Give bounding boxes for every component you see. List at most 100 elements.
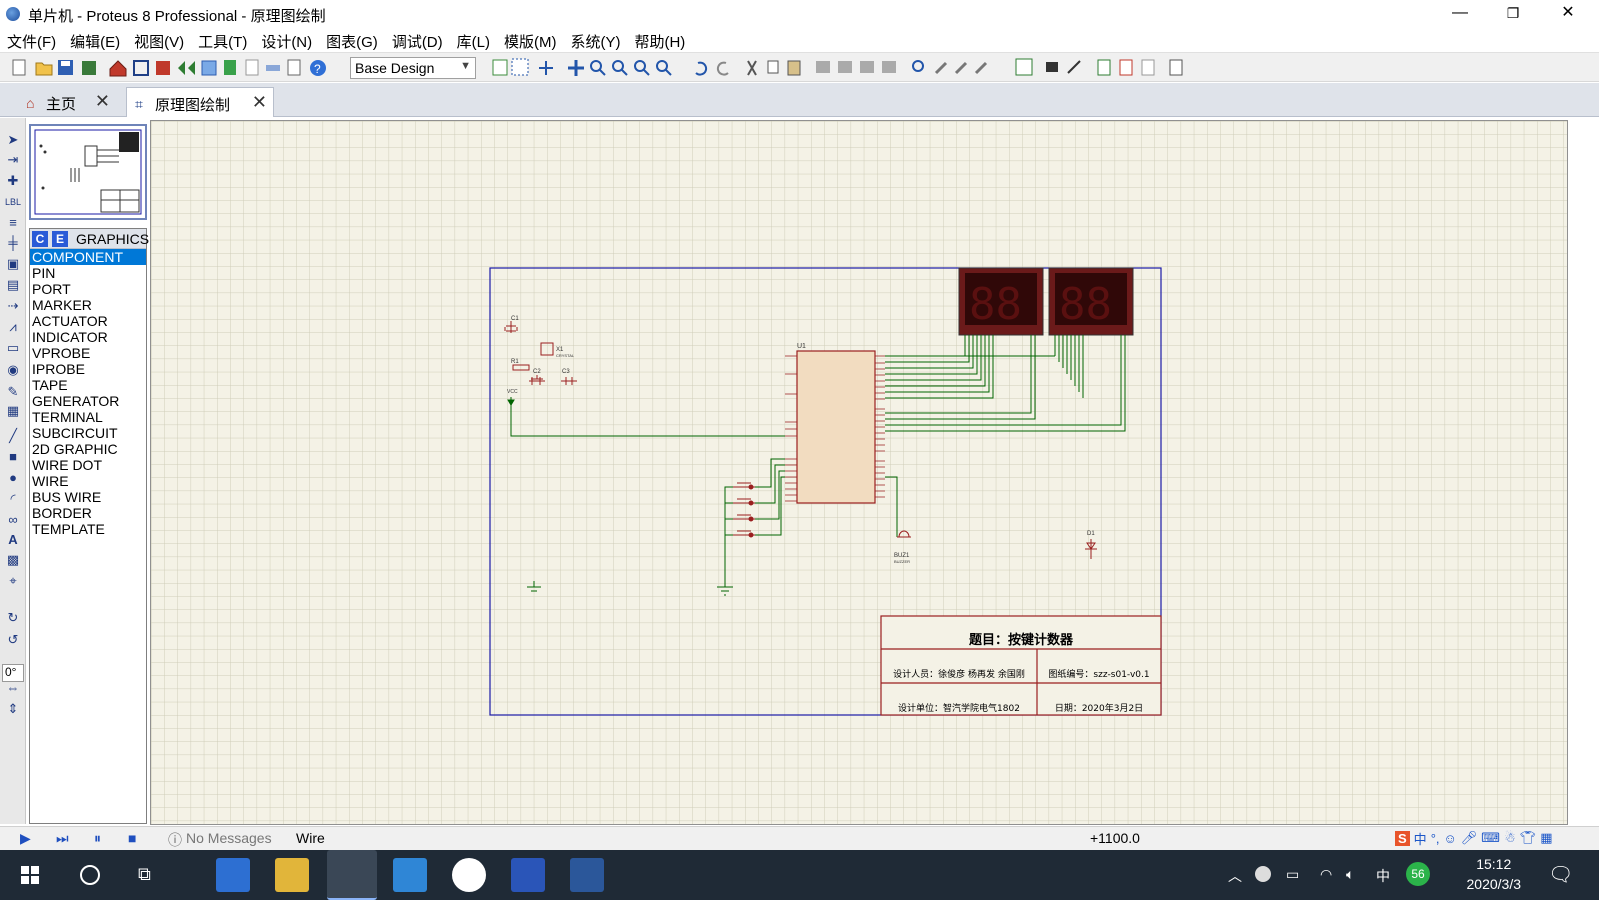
play-button[interactable]: ▶ [20, 830, 31, 847]
menu-edit[interactable]: 编辑(E) [63, 29, 127, 52]
menu-template[interactable]: 模版(M) [497, 29, 564, 52]
symbol-icon[interactable]: ▩ [5, 552, 21, 568]
word-icon[interactable] [570, 858, 604, 892]
schematic-canvas[interactable]: 88 88 U1 C1 X1 CRYSTAL R1 C2 C3 VCC BUZ1… [150, 120, 1568, 825]
voltage-probe-icon[interactable]: ✎ [5, 384, 21, 400]
list-item[interactable]: 2D GRAPHIC [30, 441, 146, 457]
wire-label-icon[interactable]: LBL [5, 194, 21, 210]
system-clock[interactable]: 15:12 2020/3/3 [1467, 854, 1522, 894]
graph-icon[interactable]: ⩘ [5, 319, 21, 335]
library-manager-button[interactable]: E [52, 231, 68, 247]
arc-icon[interactable]: ◜ [5, 491, 21, 507]
star-app-icon[interactable] [275, 858, 309, 892]
task-view-icon[interactable]: ⧉ [138, 864, 151, 885]
tape-recorder-icon[interactable]: ▭ [5, 340, 21, 356]
menu-graph[interactable]: 图表(G) [319, 29, 385, 52]
list-item[interactable]: PIN [30, 265, 146, 281]
selection-mode-icon[interactable]: ➤ [5, 132, 21, 148]
text-script-icon[interactable]: ≡ [5, 215, 21, 231]
wifi-icon[interactable]: ◠ [1320, 866, 1332, 883]
ime-toolbar[interactable]: S 中 °, ☺ 🎤︎ ⌨ ☃ 👕︎ ▦ [1395, 828, 1553, 848]
menu-help[interactable]: 帮助(H) [627, 29, 692, 52]
stop-button[interactable]: ■ [128, 830, 136, 846]
list-item[interactable]: VPROBE [30, 345, 146, 361]
battery-icon[interactable]: ▭ [1286, 866, 1299, 883]
list-item[interactable]: IPROBE [30, 361, 146, 377]
device-pin-icon[interactable]: ⇢ [5, 298, 21, 314]
list-item[interactable]: TERMINAL [30, 409, 146, 425]
list-item[interactable]: ACTUATOR [30, 313, 146, 329]
tablet-app-icon[interactable] [393, 858, 427, 892]
list-item[interactable]: TEMPLATE [30, 521, 146, 537]
overview-window[interactable] [29, 124, 147, 220]
tab-home[interactable]: ⌂ 主页 ✕ [18, 87, 116, 117]
notification-badge[interactable]: 56 [1406, 862, 1430, 886]
volume-icon[interactable]: 🔈︎ [1346, 866, 1354, 883]
design-variant-select[interactable]: Base Design ▼ [350, 57, 476, 79]
message-count[interactable]: No Messages [186, 830, 272, 846]
list-item[interactable]: WIRE DOT [30, 457, 146, 473]
gamepad-app-icon[interactable] [452, 858, 486, 892]
maximize-button[interactable]: ❐ [1490, 0, 1536, 28]
cortana-search-icon[interactable] [80, 865, 100, 885]
generator-icon[interactable]: ◉ [5, 362, 21, 378]
subcircuit-icon[interactable]: ▣ [5, 256, 21, 272]
path-icon[interactable]: ∞ [5, 512, 21, 528]
menu-view[interactable]: 视图(V) [127, 29, 191, 52]
proteus-taskbar-icon[interactable] [327, 850, 377, 900]
ime-language[interactable]: 中 [1414, 829, 1427, 848]
action-center-icon[interactable]: 🗨︎ [1548, 862, 1573, 887]
pause-button[interactable]: ⏸ [94, 830, 101, 847]
step-button[interactable]: ⏭ [56, 830, 69, 847]
close-icon[interactable]: ✕ [252, 92, 267, 113]
close-icon[interactable]: ✕ [95, 91, 110, 112]
mirror-y-icon[interactable]: ⇕ [5, 701, 21, 717]
list-item[interactable]: SUBCIRCUIT [30, 425, 146, 441]
terminal-icon[interactable]: ▤ [5, 277, 21, 293]
list-item[interactable]: MARKER [30, 297, 146, 313]
close-button[interactable]: ✕ [1545, 0, 1591, 28]
rotate-clockwise-icon[interactable]: ↻ [5, 610, 21, 626]
menu-debug[interactable]: 调试(D) [385, 29, 450, 52]
list-item[interactable]: BUS WIRE [30, 489, 146, 505]
ime-emoji-icon[interactable]: ☺ [1444, 831, 1457, 846]
windows-start-icon[interactable] [21, 866, 39, 884]
bus-icon[interactable]: ╪ [5, 235, 21, 251]
line-icon[interactable]: ╱ [5, 428, 21, 444]
text-icon[interactable]: A [5, 532, 21, 548]
mirror-x-icon[interactable]: ⇔ [5, 680, 21, 696]
virtual-instrument-icon[interactable]: ▦ [5, 403, 21, 419]
list-item[interactable]: INDICATOR [30, 329, 146, 345]
pick-devices-button[interactable]: C [32, 231, 48, 247]
ime-menu-icon[interactable]: ▦ [1540, 830, 1552, 846]
tab-schematic[interactable]: ⌗ 原理图绘制 ✕ [126, 87, 274, 117]
ime-keyboard-icon[interactable]: ⌨ [1481, 830, 1500, 846]
minimize-button[interactable]: — [1437, 0, 1483, 28]
sogou-ime-icon[interactable]: S [1395, 830, 1410, 846]
tray-chevron-icon[interactable]: ︿ [1228, 866, 1242, 886]
menu-library[interactable]: 库(L) [450, 29, 497, 52]
list-item[interactable]: BORDER [30, 505, 146, 521]
marker-icon[interactable]: ⌖ [5, 573, 21, 589]
circle-icon[interactable]: ● [5, 470, 21, 486]
menu-system[interactable]: 系统(Y) [563, 29, 627, 52]
rotate-anticlockwise-icon[interactable]: ↺ [5, 632, 21, 648]
list-item[interactable]: COMPONENT [30, 249, 146, 265]
list-item[interactable]: WIRE [30, 473, 146, 489]
store-icon[interactable] [216, 858, 250, 892]
menu-tools[interactable]: 工具(T) [191, 29, 254, 52]
tray-app-icon[interactable] [1255, 866, 1271, 882]
ime-mic-icon[interactable]: 🎤︎ [1461, 830, 1478, 846]
box-icon[interactable]: ■ [5, 449, 21, 465]
junction-dot-icon[interactable]: ✚ [5, 173, 21, 189]
ime-skin-icon[interactable]: 👕︎ [1520, 830, 1537, 846]
list-item[interactable]: GENERATOR [30, 393, 146, 409]
ime-punctuation-icon[interactable]: °, [1431, 831, 1440, 846]
menu-file[interactable]: 文件(F) [0, 29, 63, 52]
ime-user-icon[interactable]: ☃ [1504, 830, 1516, 846]
component-mode-icon[interactable]: ⇥ [5, 152, 21, 168]
list-item[interactable]: PORT [30, 281, 146, 297]
keil-icon[interactable] [511, 858, 545, 892]
list-item[interactable]: TAPE [30, 377, 146, 393]
input-language[interactable]: 中 [1376, 866, 1390, 886]
